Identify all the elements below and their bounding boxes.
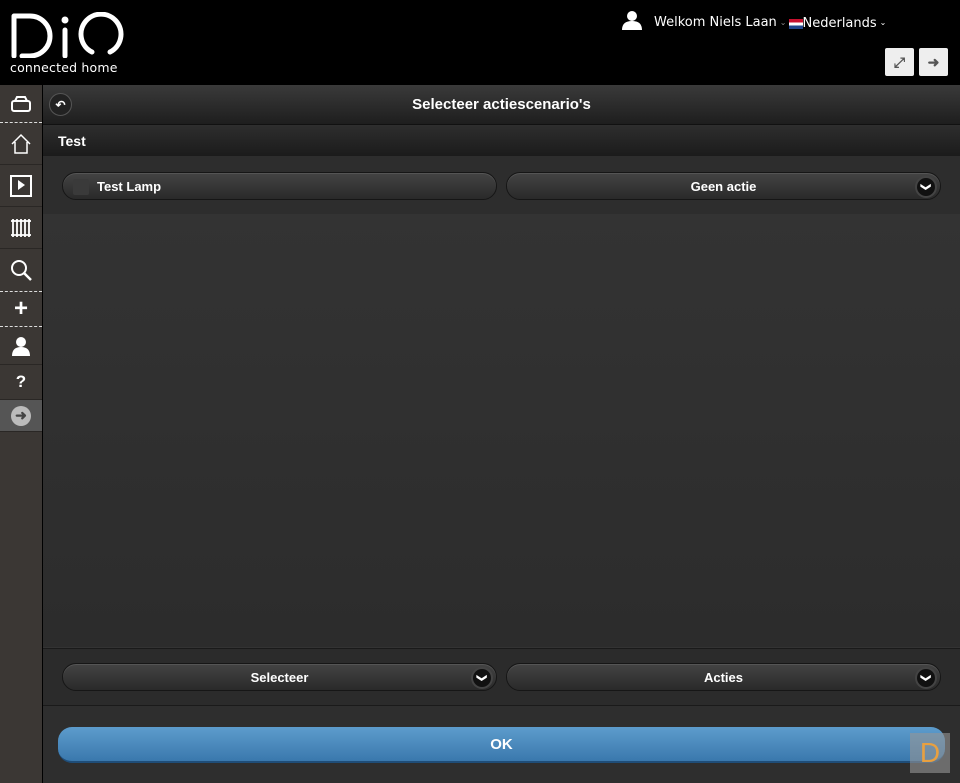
title-bar: ↶ Selecteer actiescenario's bbox=[43, 85, 960, 125]
user-icon bbox=[12, 336, 30, 356]
bottom-toolbar: Selecteer ❯ Acties ❯ bbox=[43, 648, 960, 706]
sidebar-item-next[interactable]: ➜ bbox=[0, 400, 42, 432]
sidebar-item-home[interactable] bbox=[0, 123, 42, 165]
actions-dropdown[interactable]: Acties ❯ bbox=[506, 663, 941, 691]
back-button[interactable]: ↶ bbox=[49, 93, 72, 116]
radiator-icon bbox=[11, 218, 31, 237]
language-select[interactable]: Nederlands bbox=[803, 16, 877, 31]
fullscreen-button[interactable]: ⤢ bbox=[885, 48, 914, 76]
search-icon bbox=[11, 260, 32, 281]
fullscreen-icon: ⤢ bbox=[893, 53, 906, 70]
action-select[interactable]: Geen actie ❯ bbox=[506, 172, 941, 200]
chevron-down-icon: ❯ bbox=[473, 669, 491, 687]
device-toggle[interactable]: Test Lamp bbox=[62, 172, 497, 200]
welcome-text[interactable]: Welkom Niels Laan bbox=[654, 15, 777, 30]
sidebar: + ? ➜ bbox=[0, 85, 42, 783]
page-title: Selecteer actiescenario's bbox=[412, 96, 591, 113]
header: connected home Welkom Niels Laan ⌄ Neder… bbox=[0, 0, 960, 85]
dio-logo: connected home bbox=[10, 12, 126, 75]
media-player-icon bbox=[10, 174, 32, 197]
chevron-down-icon: ❯ bbox=[917, 669, 935, 687]
sidebar-item-help[interactable]: ? bbox=[0, 365, 42, 400]
ok-button[interactable]: OK bbox=[58, 727, 945, 763]
main-panel: ↶ Selecteer actiescenario's Test Test La… bbox=[43, 85, 960, 783]
home-icon bbox=[11, 133, 31, 154]
content-area bbox=[43, 214, 960, 647]
logout-icon: ➜ bbox=[927, 53, 940, 70]
user-icon bbox=[622, 10, 642, 30]
chevron-down-icon: ❯ bbox=[917, 178, 935, 196]
scenario-row: Test Lamp Geen actie ❯ bbox=[43, 156, 960, 214]
sidebar-item-media[interactable] bbox=[0, 165, 42, 207]
flag-nl-icon bbox=[788, 18, 803, 29]
drive-icon bbox=[11, 95, 31, 112]
chevron-down-icon[interactable]: ⌄ bbox=[780, 18, 787, 27]
help-icon: ? bbox=[15, 372, 27, 391]
user-menu[interactable]: Welkom Niels Laan ⌄ Nederlands ⌄ bbox=[622, 8, 888, 31]
sidebar-item-search[interactable] bbox=[0, 249, 42, 292]
device-name: Test Lamp bbox=[97, 178, 162, 194]
corner-badge-icon: D bbox=[910, 733, 950, 773]
action-select-value: Geen actie bbox=[690, 178, 757, 194]
select-dropdown-label: Selecteer bbox=[250, 669, 309, 685]
sidebar-item-heating[interactable] bbox=[0, 207, 42, 249]
checkbox[interactable] bbox=[73, 179, 89, 195]
sidebar-item-user[interactable] bbox=[0, 327, 42, 365]
footer: OK bbox=[43, 706, 960, 783]
logout-button[interactable]: ➜ bbox=[919, 48, 948, 76]
sidebar-item-devices[interactable] bbox=[0, 85, 42, 123]
section-header: Test bbox=[43, 125, 960, 156]
dio-logo-mark bbox=[11, 12, 124, 58]
arrow-right-circle-icon: ➜ bbox=[11, 405, 31, 426]
sidebar-item-add[interactable]: + bbox=[0, 292, 42, 327]
chevron-down-icon[interactable]: ⌄ bbox=[880, 18, 887, 27]
undo-icon: ↶ bbox=[55, 97, 66, 112]
actions-dropdown-label: Acties bbox=[703, 669, 744, 685]
plus-icon: + bbox=[13, 295, 28, 322]
select-dropdown[interactable]: Selecteer ❯ bbox=[62, 663, 497, 691]
logo-subtitle: connected home bbox=[10, 60, 118, 75]
